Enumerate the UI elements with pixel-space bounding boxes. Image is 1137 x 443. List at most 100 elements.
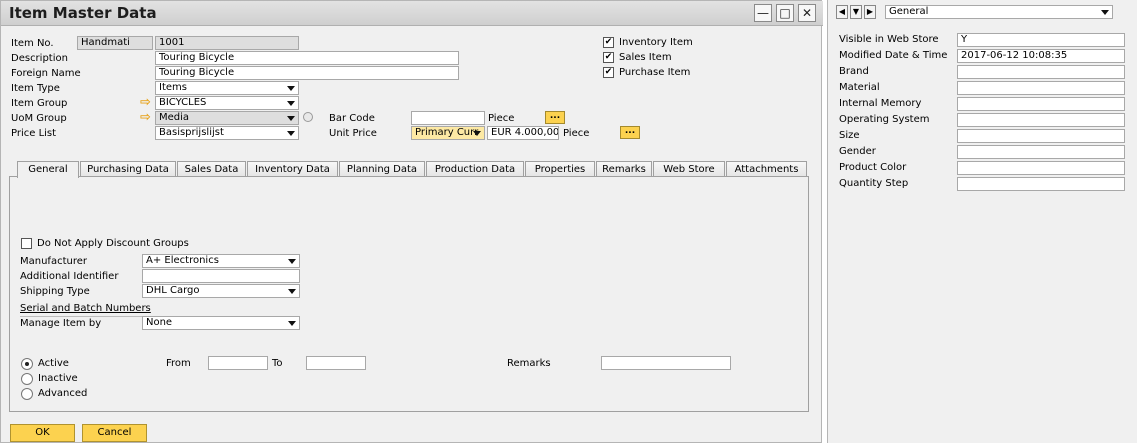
bar-code-unit: Piece [488,113,515,124]
udf-field-label: Internal Memory [839,98,922,109]
previous-icon[interactable]: ◀ [836,5,848,19]
active-label: Active [38,358,69,369]
udf-field-label: Visible in Web Store [839,34,939,45]
unit-price-label: Unit Price [329,128,377,139]
udf-field-value[interactable] [957,65,1125,79]
udf-field-label: Modified Date & Time [839,50,948,61]
tab-web-store[interactable]: Web Store [653,161,725,177]
uom-group-label: UoM Group [11,113,67,124]
purchase-item-checkbox[interactable]: ✔ [603,67,614,78]
item-type-label: Item Type [11,83,60,94]
item-no-series-field[interactable]: Handmati [77,36,153,50]
link-arrow-icon[interactable]: ⇨ [140,111,153,124]
no-discount-checkbox[interactable] [21,238,32,249]
bar-code-label: Bar Code [329,113,375,124]
inactive-label: Inactive [38,373,78,384]
serial-batch-heading: Serial and Batch Numbers [20,303,151,314]
to-label: To [272,358,283,369]
next-icon[interactable]: ▶ [864,5,876,19]
unit-price-more-button[interactable]: ... [620,126,640,139]
chevron-down-icon[interactable]: ▼ [850,5,862,19]
udf-field-label: Product Color [839,162,907,173]
udf-field-label: Material [839,82,880,93]
sales-item-label: Sales Item [619,52,672,63]
inactive-radio[interactable] [21,373,33,385]
description-field[interactable]: Touring Bicycle [155,51,459,65]
bar-code-more-button[interactable]: ... [545,111,565,124]
ok-button[interactable]: OK [10,424,75,442]
currency-dropdown[interactable]: Primary Curr [411,126,485,140]
purchase-item-label: Purchase Item [619,67,691,78]
from-date-field[interactable] [208,356,268,370]
description-label: Description [11,53,68,64]
manage-by-label: Manage Item by [20,318,102,329]
remarks-label: Remarks [507,358,551,369]
general-tab-pane: Do Not Apply Discount Groups Manufacture… [9,176,809,412]
tab-properties[interactable]: Properties [525,161,595,177]
tab-remarks[interactable]: Remarks [596,161,652,177]
price-list-label: Price List [11,128,57,139]
shipping-type-label: Shipping Type [20,286,90,297]
link-arrow-icon[interactable]: ⇨ [140,96,153,109]
cancel-button[interactable]: Cancel [82,424,147,442]
udf-field-value[interactable]: 2017-06-12 10:08:35 [957,49,1125,63]
tab-general[interactable]: General [17,161,79,178]
item-no-label: Item No. [11,38,54,49]
remarks-field[interactable] [601,356,731,370]
udf-panel: ◀ ▼ ▶ General Visible in Web Store Y Modif… [827,0,1137,443]
udf-field-label: Quantity Step [839,178,909,189]
udf-field-value[interactable] [957,145,1125,159]
item-no-field[interactable]: 1001 [155,36,299,50]
from-label: From [166,358,191,369]
tab-inventory-data[interactable]: Inventory Data [247,161,338,177]
item-group-label: Item Group [11,98,68,109]
item-type-dropdown[interactable]: Items [155,81,299,95]
unit-price-field[interactable]: EUR 4.000,00 [487,126,559,140]
price-list-dropdown[interactable]: Basisprijslijst [155,126,299,140]
advanced-label: Advanced [38,388,88,399]
active-radio[interactable] [21,358,33,370]
additional-id-field[interactable] [142,269,300,283]
udf-field-label: Gender [839,146,876,157]
udf-category-dropdown[interactable]: General [885,5,1113,19]
item-master-window: Item Master Data — □ ✕ Item No. Handmati… [0,0,823,443]
udf-field-value[interactable] [957,97,1125,111]
window-title: Item Master Data [9,4,157,22]
udf-field-value[interactable] [957,113,1125,127]
udf-field-value[interactable]: Y [957,33,1125,47]
uom-group-dropdown[interactable]: Media [155,111,299,125]
minimize-button[interactable]: — [754,4,772,22]
shipping-type-dropdown[interactable]: DHL Cargo [142,284,300,298]
tab-attachments[interactable]: Attachments [726,161,807,177]
inventory-item-checkbox[interactable]: ✔ [603,37,614,48]
tab-sales-data[interactable]: Sales Data [177,161,246,177]
unit-price-unit: Piece [563,128,590,139]
udf-field-value[interactable] [957,129,1125,143]
manufacturer-label: Manufacturer [20,256,87,267]
tab-production-data[interactable]: Production Data [426,161,524,177]
manufacturer-dropdown[interactable]: A+ Electronics [142,254,300,268]
to-date-field[interactable] [306,356,366,370]
bar-code-field[interactable] [411,111,485,125]
inventory-item-label: Inventory Item [619,37,693,48]
additional-id-label: Additional Identifier [20,271,119,282]
foreign-name-label: Foreign Name [11,68,81,79]
udf-field-value[interactable] [957,81,1125,95]
item-group-dropdown[interactable]: BICYCLES [155,96,299,110]
foreign-name-field[interactable]: Touring Bicycle [155,66,459,80]
advanced-radio[interactable] [21,388,33,400]
udf-field-value[interactable] [957,177,1125,191]
sales-item-checkbox[interactable]: ✔ [603,52,614,63]
maximize-button[interactable]: □ [776,4,794,22]
udf-field-label: Operating System [839,114,930,125]
no-discount-label: Do Not Apply Discount Groups [37,238,189,249]
tab-planning-data[interactable]: Planning Data [339,161,425,177]
manage-by-dropdown[interactable]: None [142,316,300,330]
udf-field-value[interactable] [957,161,1125,175]
udf-field-label: Brand [839,66,869,77]
tab-purchasing-data[interactable]: Purchasing Data [80,161,176,177]
title-bar[interactable]: Item Master Data — □ ✕ [1,1,823,26]
info-icon[interactable] [303,112,313,122]
udf-field-label: Size [839,130,860,141]
close-button[interactable]: ✕ [798,4,816,22]
